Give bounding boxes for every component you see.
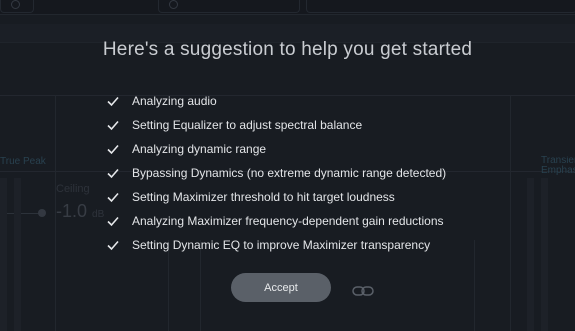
step-item: Analyzing Maximizer frequency-dependent …	[106, 209, 446, 233]
step-label: Analyzing Maximizer frequency-dependent …	[132, 214, 444, 228]
check-icon	[106, 238, 120, 252]
link-icon[interactable]	[352, 284, 374, 302]
step-label: Setting Equalizer to adjust spectral bal…	[132, 118, 363, 132]
check-icon	[106, 166, 120, 180]
step-item: Setting Maximizer threshold to hit targe…	[106, 185, 446, 209]
check-icon	[106, 118, 120, 132]
accept-button[interactable]: Accept	[231, 273, 331, 302]
steps-list: Analyzing audio Setting Equalizer to adj…	[106, 89, 446, 257]
step-item: Setting Dynamic EQ to improve Maximizer …	[106, 233, 446, 257]
step-item: Analyzing dynamic range	[106, 137, 446, 161]
check-icon	[106, 94, 120, 108]
step-label: Analyzing audio	[132, 94, 217, 108]
step-item: Setting Equalizer to adjust spectral bal…	[106, 113, 446, 137]
assistant-overlay: Here's a suggestion to help you get star…	[0, 0, 575, 331]
step-label: Setting Dynamic EQ to improve Maximizer …	[132, 238, 431, 252]
suggestion-title: Here's a suggestion to help you get star…	[102, 39, 473, 60]
check-icon	[106, 190, 120, 204]
step-label: Bypassing Dynamics (no extreme dynamic r…	[132, 166, 447, 180]
step-item: Analyzing audio	[106, 89, 446, 113]
check-icon	[106, 214, 120, 228]
step-label: Analyzing dynamic range	[132, 142, 267, 156]
step-item: Bypassing Dynamics (no extreme dynamic r…	[106, 161, 446, 185]
check-icon	[106, 142, 120, 156]
step-label: Setting Maximizer threshold to hit targe…	[132, 190, 395, 204]
